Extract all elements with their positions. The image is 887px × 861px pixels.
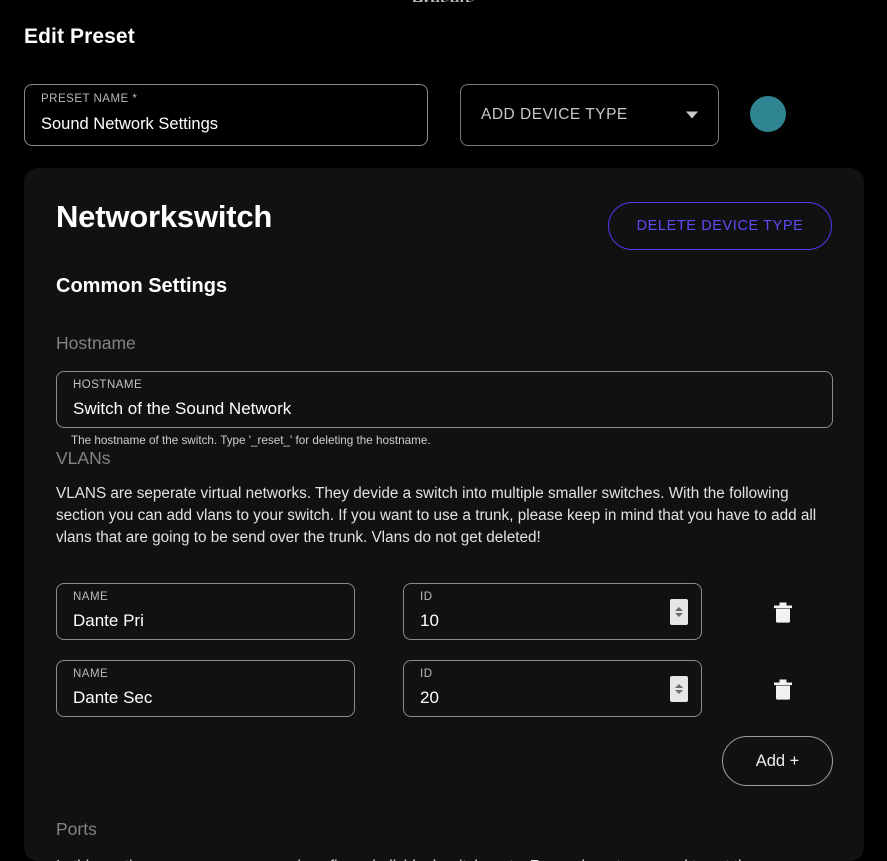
preset-name-value: Sound Network Settings xyxy=(41,115,219,133)
preset-toolbar: PRESET NAME * Sound Network Settings ADD… xyxy=(24,82,864,146)
preset-name-label: PRESET NAME * xyxy=(41,93,138,105)
edit-preset-dialog: Edit Preset PRESET NAME * Sound Network … xyxy=(0,5,887,861)
vlan-name-label: NAME xyxy=(73,591,109,603)
page-title: Edit Preset xyxy=(24,25,135,48)
table-row: NAME Dante Pri ID 10 xyxy=(56,583,833,640)
preset-name-input[interactable]: PRESET NAME * Sound Network Settings xyxy=(24,84,428,146)
avatar[interactable] xyxy=(750,96,786,132)
common-settings-heading: Common Settings xyxy=(56,275,228,297)
vlan-id-label: ID xyxy=(420,591,433,603)
table-row: NAME Dante Sec ID 20 xyxy=(56,660,833,717)
chevron-down-icon xyxy=(675,612,683,617)
background-page-title: Presets xyxy=(0,0,887,2)
vlan-id-value: 10 xyxy=(420,611,439,630)
trash-icon xyxy=(774,679,792,700)
vlans-group-label: VLANs xyxy=(56,448,111,468)
vlan-id-label: ID xyxy=(420,668,433,680)
add-vlan-button[interactable]: Add + xyxy=(722,736,833,786)
vlan-id-value: 20 xyxy=(420,688,439,707)
chevron-up-icon xyxy=(675,606,683,611)
hostname-group-label: Hostname xyxy=(56,333,136,353)
vlan-id-input[interactable]: ID 20 xyxy=(403,660,702,717)
vlan-id-input[interactable]: ID 10 xyxy=(403,583,702,640)
chevron-up-icon xyxy=(675,683,683,688)
ports-group-label: Ports xyxy=(56,819,97,839)
vlan-name-value: Dante Sec xyxy=(73,688,153,707)
hostname-field-label: HOSTNAME xyxy=(73,379,143,391)
vlan-name-input[interactable]: NAME Dante Pri xyxy=(56,583,355,640)
vlans-description: VLANS are seperate virtual networks. The… xyxy=(56,485,817,546)
device-type-card: Networkswitch DELETE DEVICE TYPE Common … xyxy=(24,168,864,861)
delete-device-type-button[interactable]: DELETE DEVICE TYPE xyxy=(608,202,832,250)
vlan-name-value: Dante Pri xyxy=(73,611,144,630)
hostname-field-value: Switch of the Sound Network xyxy=(73,399,292,418)
ports-description: In this section, you can manage and conf… xyxy=(56,856,846,861)
vlan-name-label: NAME xyxy=(73,668,109,680)
hostname-helper-text: The hostname of the switch. Type '_reset… xyxy=(71,434,431,447)
chevron-down-icon xyxy=(675,689,683,694)
chevron-down-icon xyxy=(686,111,698,119)
vlan-name-input[interactable]: NAME Dante Sec xyxy=(56,660,355,717)
add-device-type-select[interactable]: ADD DEVICE TYPE xyxy=(460,84,719,146)
device-type-title: Networkswitch xyxy=(56,199,273,234)
delete-vlan-button[interactable] xyxy=(768,597,798,627)
hostname-input[interactable]: HOSTNAME Switch of the Sound Network xyxy=(56,371,833,428)
add-device-type-label: ADD DEVICE TYPE xyxy=(481,106,628,123)
trash-icon xyxy=(774,602,792,623)
spinner-updown-icon[interactable] xyxy=(670,598,688,625)
delete-vlan-button[interactable] xyxy=(768,674,798,704)
spinner-updown-icon[interactable] xyxy=(670,675,688,702)
